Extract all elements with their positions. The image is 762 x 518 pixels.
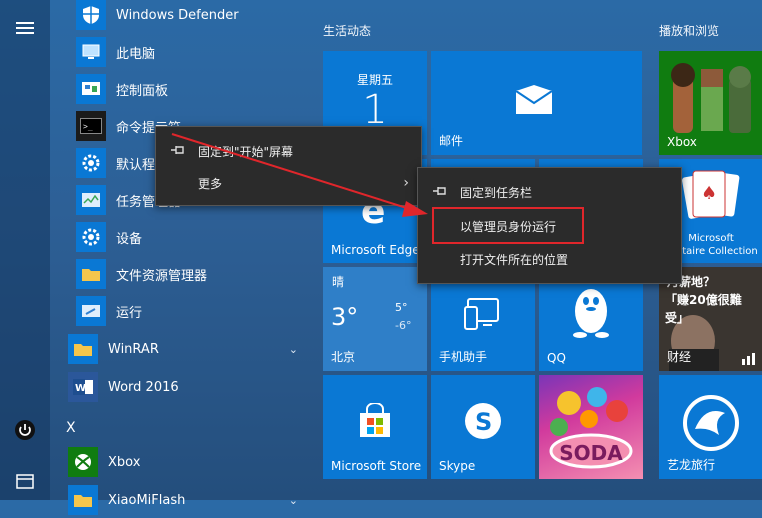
svg-text:W: W <box>75 383 86 394</box>
mail-icon <box>515 85 553 114</box>
file-explorer-icon[interactable] <box>14 470 36 492</box>
letter-header[interactable]: X <box>66 420 76 436</box>
highlight-box <box>432 207 584 244</box>
app-label: Xbox <box>108 454 141 470</box>
weather-high: 5° <box>395 301 408 314</box>
candy-crush-tile[interactable]: SODA <box>539 375 643 479</box>
weather-tile[interactable]: 晴 3° 5° -6° 北京 <box>323 267 427 371</box>
task-manager-icon <box>76 185 106 215</box>
chevron-down-icon[interactable]: ⌄ <box>289 494 298 507</box>
app-label: Windows Defender <box>116 7 239 23</box>
app-item-run[interactable]: 运行 <box>60 293 310 329</box>
menu-item-label: 打开文件所在的位置 <box>460 252 569 267</box>
menu-item-label: 固定到任务栏 <box>460 185 533 200</box>
tile-label: 邮件 <box>439 134 464 148</box>
yilong-tile[interactable]: 艺龙旅行 <box>659 375 762 479</box>
playing-cards-icon: ♠ <box>682 170 740 219</box>
folder-icon <box>76 259 106 289</box>
open-file-location-item[interactable]: 打开文件所在的位置 <box>418 244 681 274</box>
more-item[interactable]: 更多 › <box>156 168 421 198</box>
app-item-xbox[interactable]: Xbox <box>60 444 310 480</box>
app-item-file-explorer[interactable]: 文件资源管理器 <box>60 256 310 292</box>
tile-label: Xbox <box>667 135 697 149</box>
folder-icon <box>68 334 98 364</box>
weather-temp: 3° <box>331 303 359 331</box>
tile-label: Microsoft Edge <box>331 243 420 257</box>
menu-item-label: 更多 <box>198 176 223 191</box>
app-item-word[interactable]: W Word 2016 <box>60 369 310 405</box>
app-label: 设备 <box>116 231 143 247</box>
app-label: 此电脑 <box>116 46 156 62</box>
pin-icon <box>170 144 186 159</box>
pin-to-taskbar-item[interactable]: 固定到任务栏 <box>418 177 681 207</box>
pin-icon <box>432 185 448 200</box>
hamburger-icon[interactable] <box>14 17 36 39</box>
pin-to-start-item[interactable]: 固定到"开始"屏幕 <box>156 136 421 166</box>
svg-text:>_: >_ <box>83 122 93 131</box>
store-tile[interactable]: Microsoft Store <box>323 375 427 479</box>
calendar-day: 星期五 <box>356 73 393 87</box>
menu-item-label: 固定到"开始"屏幕 <box>198 144 294 159</box>
app-item-windows-defender[interactable]: Windows Defender <box>60 0 310 33</box>
word-icon: W <box>68 372 98 402</box>
dragon-logo-icon <box>683 395 739 451</box>
app-label: 运行 <box>116 305 143 321</box>
app-list: Windows Defender 此电脑 控制面板 >_ 命令提示符 默认程序 … <box>60 0 310 515</box>
command-prompt-icon: >_ <box>76 111 106 141</box>
news-headline-3: 受」 <box>665 311 690 325</box>
skype-icon: S <box>465 403 501 439</box>
shield-icon <box>76 0 106 30</box>
app-label: WinRAR <box>108 341 159 357</box>
mail-tile[interactable]: 邮件 <box>431 51 642 155</box>
xbox-tile[interactable]: Xbox <box>659 51 762 155</box>
app-label: Word 2016 <box>108 379 179 395</box>
svg-text:♠: ♠ <box>701 183 717 204</box>
phone-icon <box>464 298 499 330</box>
group-header-play[interactable]: 播放和浏览 <box>659 22 719 39</box>
xbox-icon <box>68 447 98 477</box>
tile-label: QQ <box>547 351 566 365</box>
control-panel-icon <box>76 74 106 104</box>
app-label: 文件资源管理器 <box>116 268 208 284</box>
app-item-winrar[interactable]: WinRAR ⌄ <box>60 331 310 367</box>
power-icon[interactable] <box>14 419 36 441</box>
start-rail <box>0 0 50 500</box>
weather-low: -6° <box>395 319 412 332</box>
chart-icon <box>742 353 755 365</box>
tile-label: 手机助手 <box>439 350 488 364</box>
candy-logo-text: SODA <box>559 441 623 465</box>
weather-condition: 晴 <box>332 275 345 289</box>
weather-city: 北京 <box>331 350 356 364</box>
app-label: XiaoMiFlash <box>108 492 186 508</box>
app-item-this-pc[interactable]: 此电脑 <box>60 34 310 70</box>
qq-penguin-icon <box>573 289 609 338</box>
tile-label: 艺龙旅行 <box>667 458 716 472</box>
computer-icon <box>76 37 106 67</box>
gear-icon <box>76 222 106 252</box>
chevron-down-icon[interactable]: ⌄ <box>289 343 298 356</box>
app-item-control-panel[interactable]: 控制面板 <box>60 71 310 107</box>
app-item-xiaomiflash[interactable]: XiaoMiFlash ⌄ <box>60 482 310 518</box>
group-header-life[interactable]: 生活动态 <box>323 22 371 39</box>
chevron-right-icon: › <box>403 175 409 191</box>
gear-icon <box>76 148 106 178</box>
app-label: 控制面板 <box>116 83 169 99</box>
run-icon <box>76 296 106 326</box>
svg-text:S: S <box>475 408 492 436</box>
app-item-devices[interactable]: 设备 <box>60 219 310 255</box>
tile-label: Skype <box>439 459 476 473</box>
skype-tile[interactable]: S Skype <box>431 375 535 479</box>
store-bag-icon <box>360 403 390 437</box>
folder-icon <box>68 485 98 515</box>
tile-label: Microsoft Store <box>331 459 422 473</box>
news-headline-2: 「赚20億很難 <box>665 293 742 307</box>
tile-label: 财经 <box>667 350 692 364</box>
context-menu: 固定到"开始"屏幕 更多 › <box>155 126 422 206</box>
